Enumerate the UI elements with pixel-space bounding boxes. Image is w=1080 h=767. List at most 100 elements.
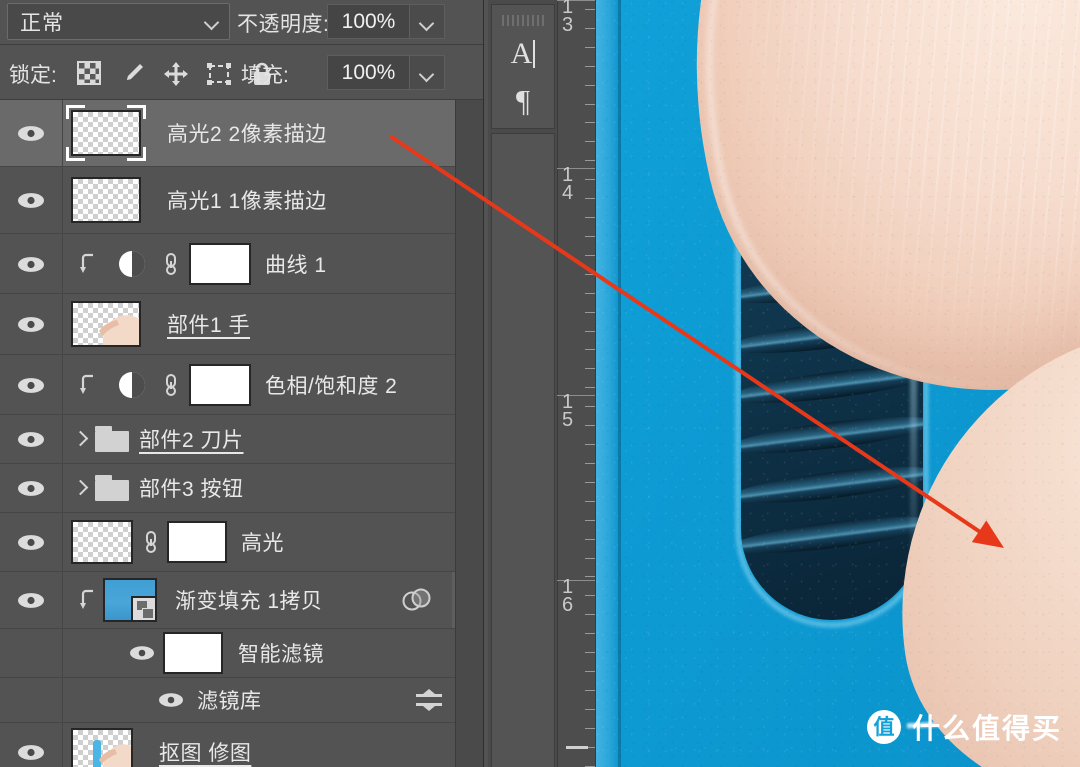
eye-icon [17, 534, 45, 551]
layer-mask-thumbnail[interactable] [167, 521, 227, 563]
opacity-input[interactable]: 100% [327, 4, 410, 39]
layer-thumbnail[interactable] [71, 177, 141, 223]
collapsed-panel-dock: A ¶ [488, 0, 558, 767]
fill-chevron-down-icon[interactable] [410, 55, 445, 90]
clipping-mask-icon [80, 374, 98, 396]
character-panel-icon[interactable]: A [492, 39, 554, 69]
empty-panel-dock[interactable] [491, 133, 555, 767]
layer-visibility-toggle[interactable] [0, 167, 63, 233]
smart-filter-header-row[interactable]: 智能滤镜 [0, 629, 484, 678]
layer-name[interactable]: 高光1 1像素描边 [167, 185, 327, 215]
lock-image-pixels-icon[interactable] [120, 61, 146, 87]
canvas-image[interactable]: 值 什么值得买 [596, 0, 1080, 767]
layer-name[interactable]: 高光 [241, 527, 284, 557]
effects-circles-icon[interactable] [400, 587, 432, 613]
character-paragraph-dock[interactable]: A ¶ [491, 4, 555, 129]
blend-mode-row: 正常 不透明度: 100% [0, 0, 484, 45]
folder-icon [95, 475, 129, 501]
layer-thumbnail[interactable] [71, 110, 141, 156]
layers-panel-scrollbar[interactable] [455, 100, 484, 767]
smart-filter-label[interactable]: 智能滤镜 [238, 638, 324, 668]
smart-filter-mask-thumbnail[interactable] [163, 632, 223, 674]
layer-mask-thumbnail[interactable] [189, 363, 251, 406]
layer-name[interactable]: 高光2 2像素描边 [167, 118, 327, 148]
ruler-tick [585, 85, 595, 86]
layer-row[interactable]: 曲线 1 [0, 234, 484, 294]
ruler-tick [585, 652, 595, 653]
clipping-mask-icon [80, 253, 98, 275]
smart-filter-name[interactable]: 滤镜库 [197, 685, 262, 715]
layer-row[interactable]: 高光1 1像素描边 [0, 167, 484, 234]
ruler-tick [585, 425, 595, 426]
layer-row[interactable]: 高光2 2像素描边 [0, 100, 484, 167]
opacity-chevron-down-icon[interactable] [410, 4, 445, 39]
eye-icon[interactable] [158, 692, 184, 708]
lock-transparent-pixels-icon[interactable] [77, 61, 101, 85]
adjustment-layer-icon [119, 250, 145, 277]
layer-visibility-toggle[interactable] [0, 572, 63, 628]
smart-object-badge-icon [131, 596, 157, 622]
layer-name[interactable]: 曲线 1 [265, 249, 327, 279]
layer-thumbnail[interactable] [103, 578, 157, 622]
opacity-label: 不透明度: [237, 13, 330, 36]
layer-name[interactable]: 部件1 手 [167, 309, 250, 339]
ruler-tick [585, 539, 595, 540]
layer-row[interactable]: 部件3 按钮 [0, 464, 484, 513]
layer-visibility-toggle[interactable] [0, 513, 63, 571]
ruler-tick [585, 576, 595, 577]
eye-icon [17, 192, 45, 209]
panel-grip-icon[interactable] [502, 15, 544, 26]
eye-icon[interactable] [129, 645, 155, 661]
smart-filter-item-row[interactable]: 滤镜库 [0, 678, 484, 723]
layer-row[interactable]: 部件1 手 [0, 294, 484, 355]
layer-row[interactable]: 抠图 修图 [0, 723, 484, 767]
layer-row[interactable]: 渐变填充 1拷贝 [0, 572, 484, 629]
ruler-tick [585, 463, 595, 464]
layer-thumbnail[interactable] [71, 728, 133, 767]
watermark-text: 什么值得买 [911, 713, 1062, 744]
layer-visibility-toggle[interactable] [0, 464, 63, 512]
ruler-tick [585, 312, 595, 313]
surface-noise-texture [596, 0, 1080, 767]
layer-name[interactable]: 部件2 刀片 [139, 424, 244, 454]
vertical-ruler[interactable]: 1 3 1 4 1 5 1 6 [557, 0, 596, 767]
layer-visibility-toggle[interactable] [0, 234, 63, 293]
layer-name[interactable]: 抠图 修图 [159, 737, 251, 767]
layer-name[interactable]: 部件3 按钮 [139, 473, 244, 503]
layer-mask-thumbnail[interactable] [189, 242, 251, 285]
paragraph-glyph: ¶ [515, 83, 531, 118]
link-mask-icon[interactable] [163, 251, 179, 277]
layer-visibility-toggle[interactable] [0, 355, 63, 414]
eye-icon [17, 316, 45, 333]
layer-visibility-toggle[interactable] [0, 294, 63, 354]
ruler-tick [585, 141, 595, 142]
layer-row[interactable]: 高光 [0, 513, 484, 572]
fill-input[interactable]: 100% [327, 55, 410, 90]
chevron-right-icon[interactable] [73, 432, 87, 446]
ruler-tick [585, 633, 595, 634]
layer-visibility-toggle[interactable] [0, 100, 63, 166]
lock-artboard-nesting-icon[interactable] [206, 61, 232, 87]
layer-row[interactable]: 部件2 刀片 [0, 415, 484, 464]
chevron-right-icon[interactable] [73, 481, 87, 495]
blending-options-icon[interactable] [414, 688, 444, 712]
blend-mode-value: 正常 [20, 11, 64, 35]
layer-thumbnail[interactable] [71, 301, 141, 347]
layer-row[interactable]: 色相/饱和度 2 [0, 355, 484, 415]
ruler-tick [585, 331, 595, 332]
link-mask-icon[interactable] [143, 529, 159, 555]
link-mask-icon[interactable] [163, 372, 179, 398]
ruler-tick [585, 595, 595, 596]
panel-divider [483, 0, 484, 767]
ruler-end-mark [566, 746, 588, 749]
layer-name[interactable]: 渐变填充 1拷贝 [175, 585, 323, 615]
lock-position-icon[interactable] [163, 61, 189, 87]
layer-thumbnail[interactable] [71, 520, 133, 564]
layer-visibility-toggle[interactable] [0, 723, 63, 767]
ruler-tick [585, 387, 595, 388]
blend-mode-dropdown[interactable]: 正常 [7, 3, 230, 40]
layer-visibility-toggle[interactable] [0, 415, 63, 463]
paragraph-panel-icon[interactable]: ¶ [492, 85, 554, 116]
layer-name[interactable]: 色相/饱和度 2 [265, 370, 397, 400]
ruler-tick [585, 444, 595, 445]
